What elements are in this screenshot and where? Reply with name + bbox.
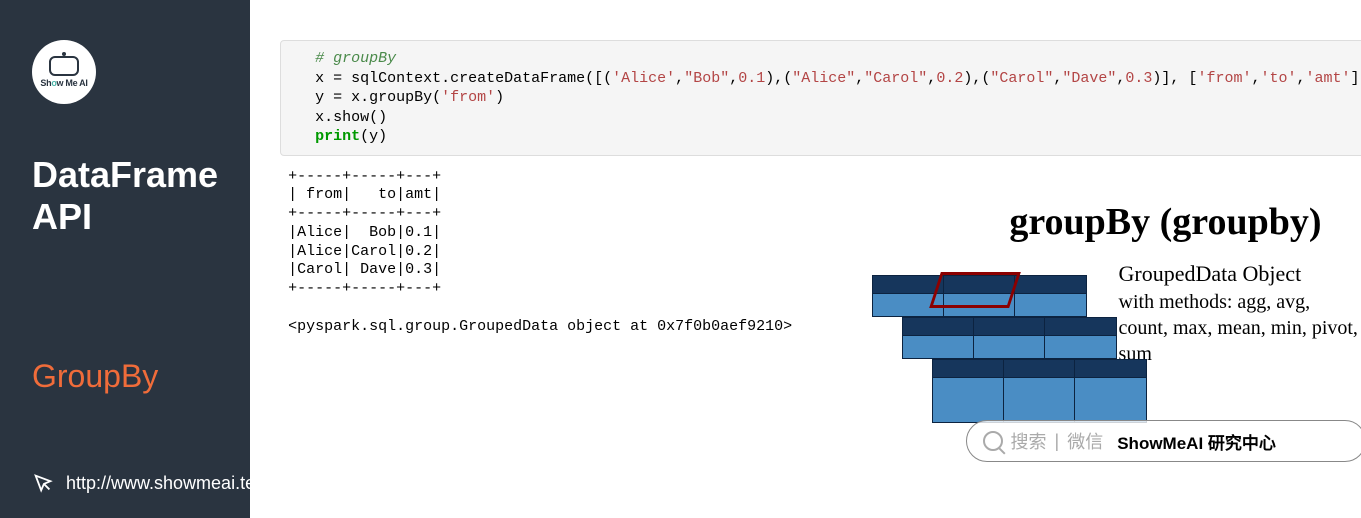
page-subtitle: GroupBy <box>32 358 218 395</box>
search-icon <box>983 431 1003 451</box>
search-separator: | <box>1055 431 1060 452</box>
site-link[interactable]: http://www.showmeai.tech/ <box>32 472 279 494</box>
grouped-data-description: GroupedData Object with methods: agg, av… <box>1119 260 1361 367</box>
method-heading: groupBy (groupby) <box>1009 200 1321 244</box>
search-brand: ShowMeAI 研究中心 <box>1117 429 1276 454</box>
code-block: # groupBy x = sqlContext.createDataFrame… <box>280 40 1361 156</box>
search-bar[interactable]: 搜索 | 微信 ShowMeAI 研究中心 <box>966 420 1361 462</box>
grouped-title: GroupedData Object <box>1119 260 1361 289</box>
robot-icon <box>49 56 79 76</box>
cursor-icon <box>32 472 54 494</box>
logo-text: Show Me AI <box>40 78 87 88</box>
logo-container: Show Me AI <box>32 40 218 104</box>
search-hint-1: 搜索 <box>1011 428 1047 454</box>
table-layer-1 <box>872 275 1087 317</box>
table-layer-2 <box>902 317 1117 359</box>
search-hint-2: 微信 <box>1067 428 1103 454</box>
grouped-methods: with methods: agg, avg, count, max, mean… <box>1119 289 1361 367</box>
main-content: # groupBy x = sqlContext.createDataFrame… <box>250 0 1361 518</box>
showmeai-logo: Show Me AI <box>32 40 96 104</box>
page-title: DataFrame API <box>32 154 218 238</box>
site-url: http://www.showmeai.tech/ <box>66 473 279 494</box>
sidebar-panel: Show Me AI DataFrame API GroupBy http://… <box>0 0 250 518</box>
vertical-brand-watermark: ShowMeAI <box>1356 50 1361 203</box>
table-layer-3 <box>932 359 1147 423</box>
